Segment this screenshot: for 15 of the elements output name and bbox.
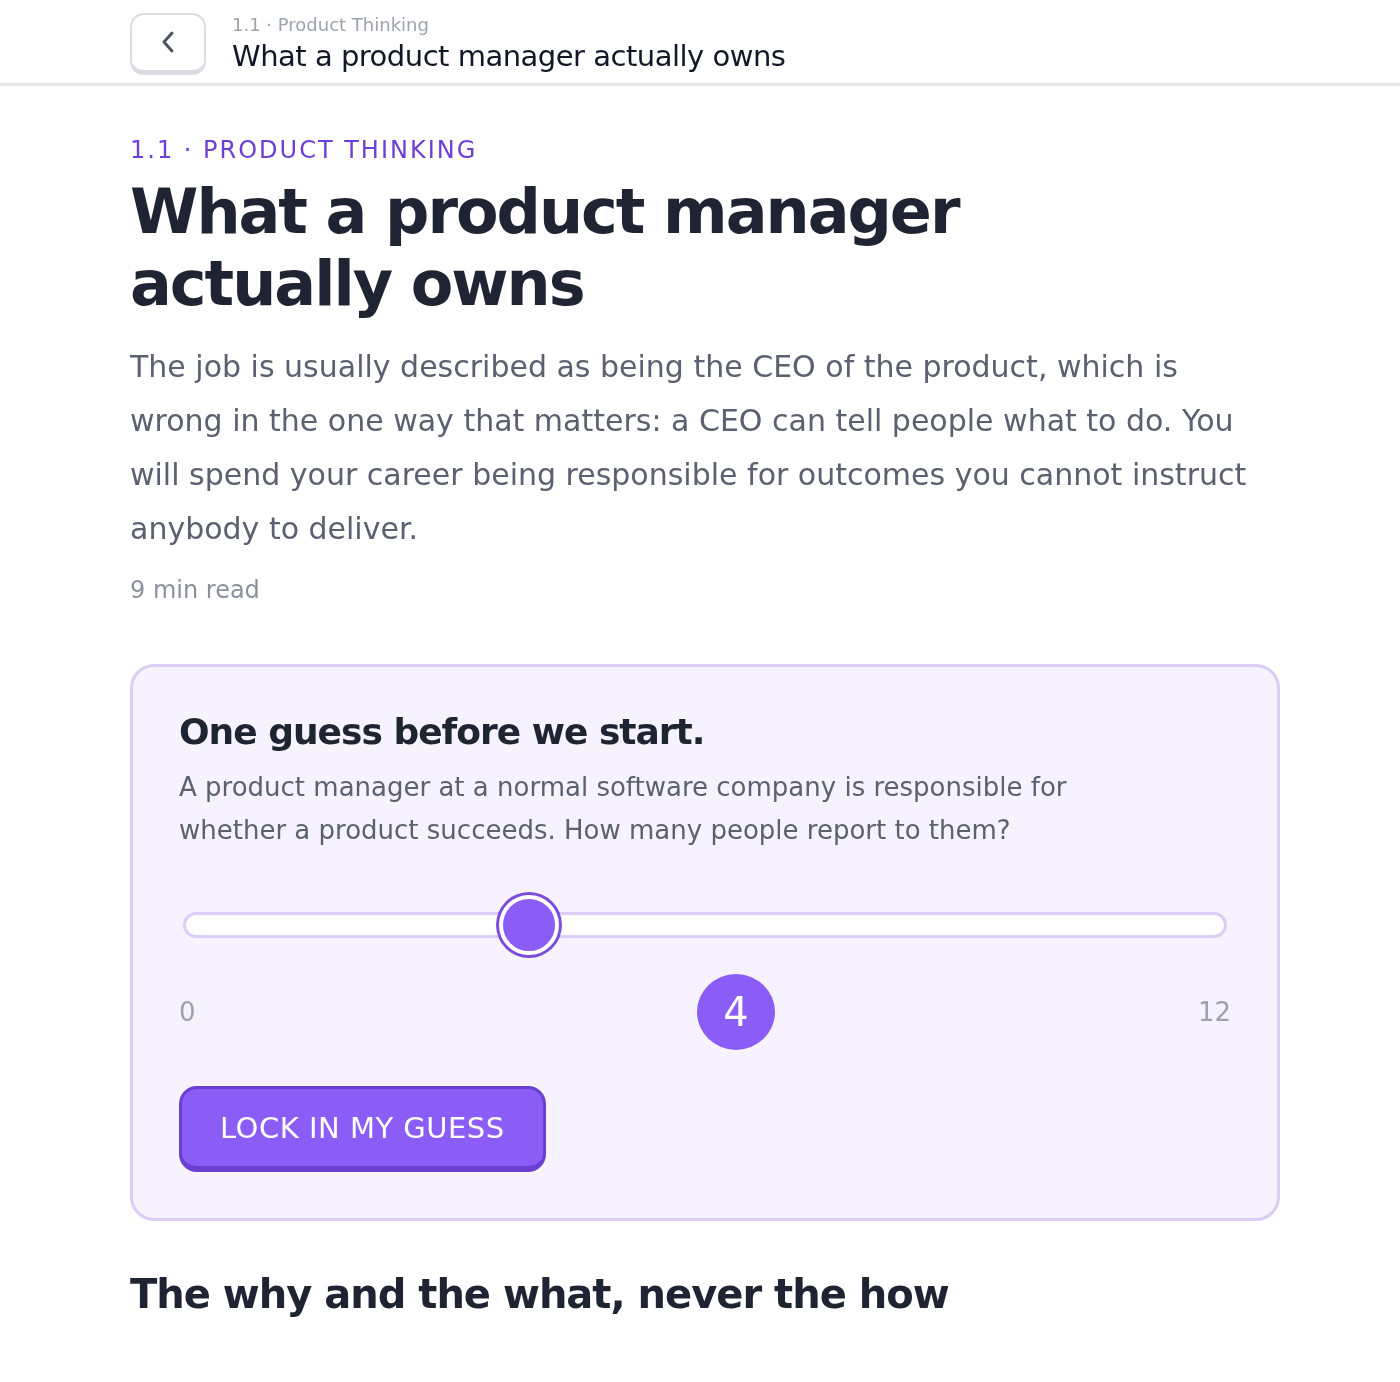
breadcrumb: 1.1 · Product Thinking <box>232 14 430 35</box>
section-label: 1.1 · PRODUCT THINKING <box>130 136 479 164</box>
value-bubble: 4 <box>697 974 775 1050</box>
lesson-title: What a product manager actually owns <box>130 176 961 320</box>
read-time: 9 min read <box>130 576 261 604</box>
question-text: A product manager at a normal software company is responsible for whether a product succeeds. How many people report to them? <box>179 771 1068 847</box>
min-label: 0 <box>179 997 196 1027</box>
lock-in-button[interactable]: LOCK IN MY GUESS <box>179 1086 546 1172</box>
intro-paragraph: The job is usually described as being the CEO of the product, which is wrong in the one way that matters: a CEO can tell people what to do. You will spend your career being responsible for outcomes you cannot instruct anybody to deliver. <box>130 348 1248 548</box>
page-title: What a product manager actually owns <box>232 39 786 73</box>
section-heading: The why and the what, never the how <box>130 1271 950 1317</box>
max-label: 12 <box>1197 997 1231 1027</box>
chevron-left-icon <box>160 30 176 54</box>
card-title: One guess before we start. <box>179 711 706 752</box>
slider-thumb[interactable] <box>499 895 560 955</box>
